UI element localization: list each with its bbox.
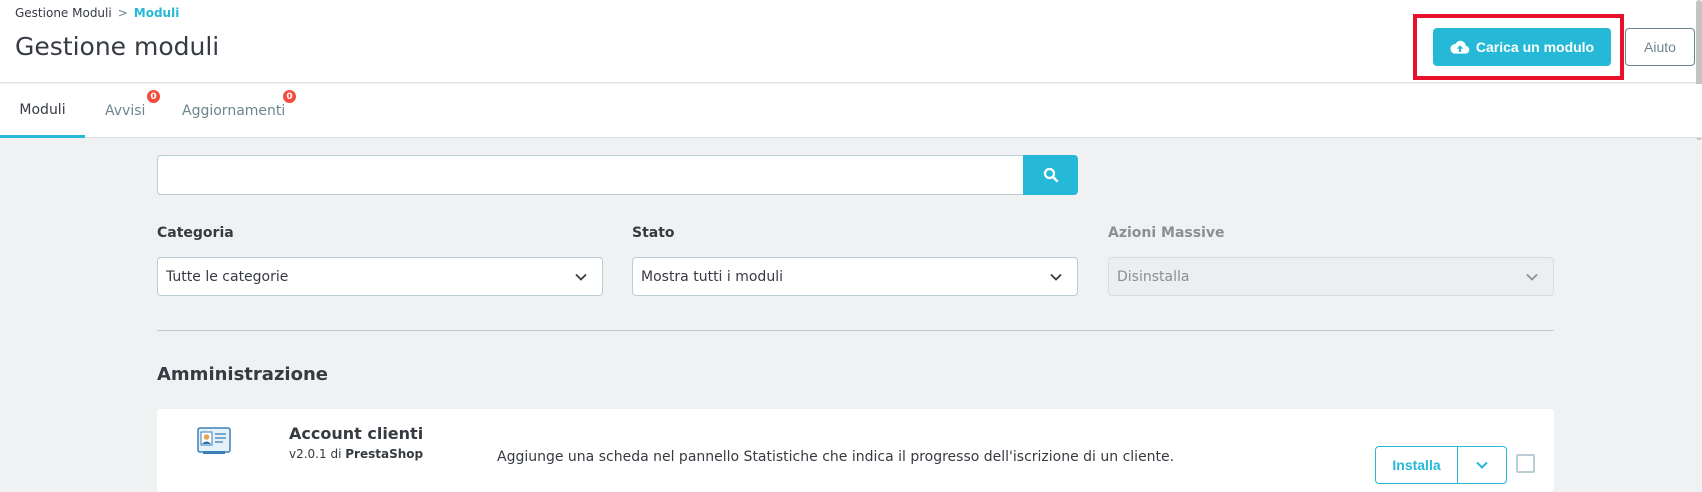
upload-module-button[interactable]: Carica un modulo (1433, 28, 1611, 66)
module-name: Account clienti (289, 424, 424, 443)
updates-count-badge: 0 (283, 90, 296, 103)
breadcrumb: Gestione Moduli > Moduli (15, 6, 179, 20)
install-button[interactable]: Installa (1375, 446, 1457, 484)
page-title: Gestione moduli (15, 32, 220, 61)
breadcrumb-separator: > (117, 6, 128, 20)
module-description: Aggiunge una scheda nel pannello Statist… (497, 449, 1175, 465)
bulk-actions-value: Disinstalla (1117, 268, 1190, 285)
alerts-count-badge: 0 (147, 90, 160, 103)
category-filter-label: Categoria (157, 225, 234, 241)
breadcrumb-parent-link[interactable]: Gestione Moduli (15, 6, 112, 20)
divider (157, 330, 1554, 331)
module-meta: v2.0.1 di PrestaShop (289, 447, 423, 461)
chevron-down-icon (575, 273, 587, 281)
breadcrumb-current[interactable]: Moduli (134, 6, 180, 20)
tab-modules[interactable]: Moduli (0, 84, 85, 138)
bulk-actions-label: Azioni Massive (1108, 225, 1225, 241)
category-select[interactable]: Tutte le categorie (157, 257, 603, 296)
status-select[interactable]: Mostra tutti i moduli (632, 257, 1078, 296)
search-input[interactable] (157, 155, 1024, 195)
module-by: di (330, 447, 342, 461)
module-card: Account clienti v2.0.1 di PrestaShop Agg… (157, 409, 1554, 492)
status-select-value: Mostra tutti i moduli (641, 268, 783, 285)
tab-updates-label: Aggiornamenti (182, 103, 286, 119)
cloud-upload-icon (1450, 40, 1470, 54)
module-author: PrestaShop (345, 447, 424, 461)
customer-card-icon (197, 427, 231, 454)
help-button[interactable]: Aiuto (1625, 28, 1695, 66)
tab-modules-label: Moduli (19, 101, 66, 118)
section-title: Amministrazione (157, 364, 328, 385)
chevron-down-icon (1476, 461, 1488, 469)
chevron-down-icon (1526, 273, 1538, 281)
category-select-value: Tutte le categorie (166, 268, 289, 285)
tab-bar: Moduli Avvisi 0 Aggiornamenti 0 (0, 84, 1702, 138)
chevron-down-icon (1050, 273, 1062, 281)
tab-updates[interactable]: Aggiornamenti (182, 84, 285, 138)
module-select-checkbox[interactable] (1516, 454, 1535, 473)
search-icon (1043, 167, 1058, 183)
search-button[interactable] (1023, 155, 1078, 195)
install-dropdown-toggle[interactable] (1457, 446, 1507, 484)
tab-alerts-label: Avvisi (105, 103, 146, 119)
tab-alerts[interactable]: Avvisi (105, 84, 145, 138)
module-version: v2.0.1 (289, 447, 327, 461)
page-header: Gestione Moduli > Moduli Gestione moduli C… (0, 0, 1702, 140)
bulk-actions-select: Disinstalla (1108, 257, 1554, 296)
upload-module-label: Carica un modulo (1475, 39, 1595, 55)
status-filter-label: Stato (632, 225, 675, 241)
